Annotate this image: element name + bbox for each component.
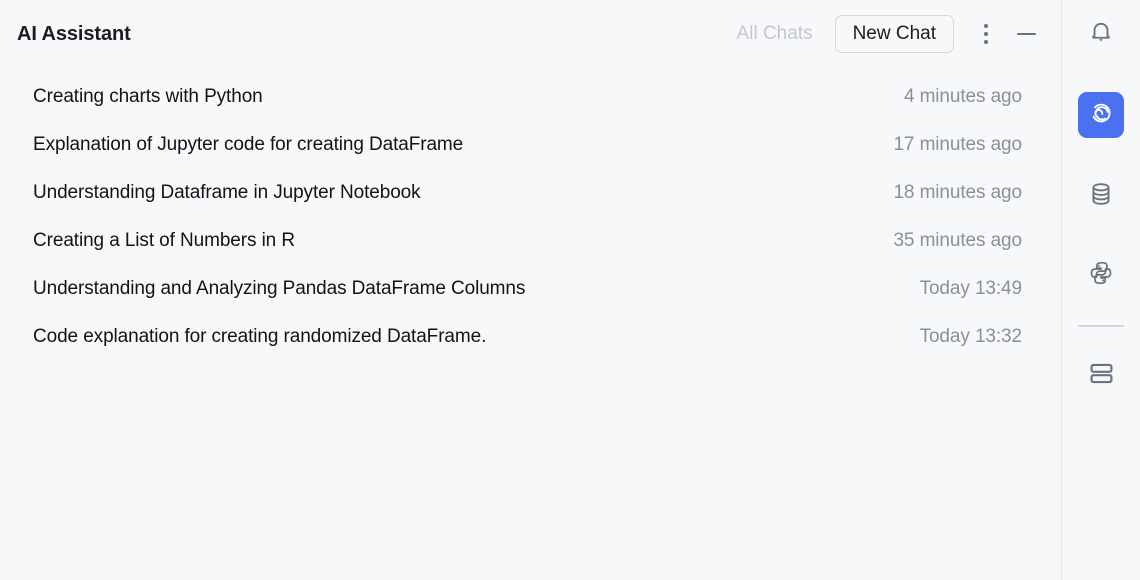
- kebab-menu-icon: [984, 22, 988, 46]
- chat-history-list: Creating charts with Python 4 minutes ag…: [0, 86, 1061, 374]
- minimize-button[interactable]: [1009, 17, 1043, 51]
- list-item[interactable]: Explanation of Jupyter code for creating…: [33, 134, 1022, 182]
- spiral-icon: [1087, 99, 1115, 132]
- bell-icon: [1088, 19, 1114, 50]
- database-icon: [1088, 181, 1114, 212]
- new-chat-button[interactable]: New Chat: [834, 15, 954, 53]
- sidebar-item-notifications[interactable]: [1078, 11, 1124, 57]
- titlebar: AI Assistant All Chats New Chat: [0, 0, 1061, 68]
- minimize-icon: [1016, 33, 1036, 35]
- chat-title: Understanding and Analyzing Pandas DataF…: [33, 278, 526, 299]
- chat-title: Creating a List of Numbers in R: [33, 230, 295, 251]
- list-item[interactable]: Understanding Dataframe in Jupyter Noteb…: [33, 182, 1022, 230]
- list-item[interactable]: Creating a List of Numbers in R 35 minut…: [33, 230, 1022, 278]
- stacked-panels-icon: [1088, 360, 1115, 392]
- all-chats-link[interactable]: All Chats: [737, 23, 813, 45]
- chat-timestamp: Today 13:49: [919, 278, 1023, 299]
- chat-title: Understanding Dataframe in Jupyter Noteb…: [33, 182, 421, 203]
- list-item[interactable]: Code explanation for creating randomized…: [33, 326, 1022, 374]
- chat-timestamp: 35 minutes ago: [893, 230, 1022, 251]
- tool-sidebar: [1062, 0, 1140, 580]
- sidebar-item-database[interactable]: [1078, 173, 1124, 219]
- sidebar-item-layout-panels[interactable]: [1078, 353, 1124, 399]
- more-options-button[interactable]: [969, 17, 1003, 51]
- sidebar-item-python-packages[interactable]: [1078, 252, 1124, 298]
- python-icon: [1088, 260, 1114, 291]
- list-item[interactable]: Understanding and Analyzing Pandas DataF…: [33, 278, 1022, 326]
- chat-title: Explanation of Jupyter code for creating…: [33, 134, 464, 155]
- sidebar-item-ai-assistant[interactable]: [1078, 92, 1124, 138]
- main-panel: AI Assistant All Chats New Chat Creating…: [0, 0, 1062, 580]
- chat-timestamp: 4 minutes ago: [903, 86, 1022, 107]
- chat-title: Creating charts with Python: [33, 86, 263, 107]
- chat-title: Code explanation for creating randomized…: [33, 326, 487, 347]
- list-item[interactable]: Creating charts with Python 4 minutes ag…: [33, 86, 1022, 134]
- sidebar-divider: [1078, 325, 1124, 327]
- chat-timestamp: 18 minutes ago: [893, 182, 1022, 203]
- ai-assistant-window: AI Assistant All Chats New Chat Creating…: [0, 0, 1140, 580]
- chat-timestamp: Today 13:32: [919, 326, 1023, 347]
- chat-timestamp: 17 minutes ago: [893, 134, 1022, 155]
- page-title: AI Assistant: [17, 22, 131, 45]
